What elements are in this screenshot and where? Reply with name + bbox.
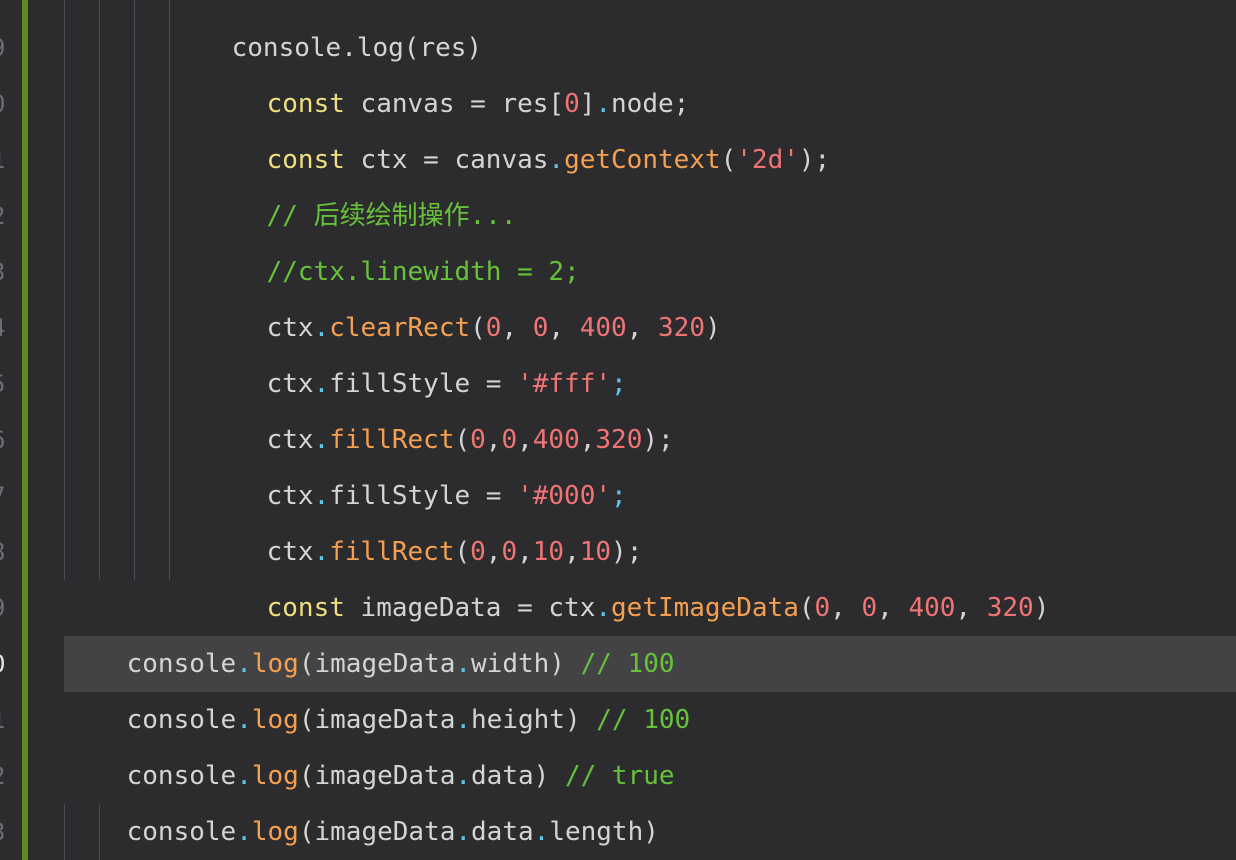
line-number-gutter: 9 0 1 2 3 4 5 6 7 8 9 0 1 2 3	[0, 0, 22, 860]
line-number: 1	[0, 692, 21, 748]
line-number: 3	[0, 244, 21, 300]
indent-guide	[134, 0, 135, 580]
code-line-log-width[interactable]: console.log(imageData.width) // 100	[64, 580, 675, 679]
line-number: 5	[0, 356, 21, 412]
line-number: 0	[0, 76, 21, 132]
code-line-fill-rect-full[interactable]: ctx.fillRect(0,0,400,320);	[204, 356, 674, 455]
line-number: 9	[0, 580, 21, 636]
code-line-log-data[interactable]: console.log(imageData.data) // true	[64, 692, 675, 791]
line-number: 1	[0, 132, 21, 188]
code-editor[interactable]: 9 0 1 2 3 4 5 6 7 8 9 0 1 2 3 console.lo…	[0, 0, 1236, 860]
line-number: 9	[0, 20, 21, 76]
code-line-comment-cn[interactable]: // 后续绘制操作...	[204, 132, 517, 231]
line-number: 4	[0, 300, 21, 356]
code-line-fill-rect-small[interactable]: ctx.fillRect(0,0,10,10);	[204, 468, 643, 567]
line-number: 3	[0, 804, 21, 860]
code-line-canvas-decl[interactable]: const canvas = res[0].node;	[204, 20, 690, 119]
line-number: 2	[0, 188, 21, 244]
line-number: 6	[0, 412, 21, 468]
git-change-bar	[22, 0, 28, 860]
line-number: 7	[0, 468, 21, 524]
code-line-comment-linewidth[interactable]: //ctx.linewidth = 2;	[204, 188, 580, 287]
code-line-partial[interactable]: console.log(res)	[169, 0, 482, 63]
code-line-log-height[interactable]: console.log(imageData.height) // 100	[64, 636, 691, 735]
indent-guide	[64, 0, 65, 580]
code-line-image-data-decl[interactable]: const imageData = ctx.getImageData(0, 0,…	[204, 524, 1050, 623]
code-line-clear-rect[interactable]: ctx.clearRect(0, 0, 400, 320)	[204, 244, 721, 343]
code-line-fill-style-white[interactable]: ctx.fillStyle = '#fff';	[204, 300, 627, 399]
line-number: 8	[0, 524, 21, 580]
line-number: 2	[0, 748, 21, 804]
code-line-log-length[interactable]: console.log(imageData.data.length)	[64, 748, 659, 847]
code-line-ctx-decl[interactable]: const ctx = canvas.getContext('2d');	[204, 76, 831, 175]
code-line-closing[interactable]: });	[134, 804, 244, 860]
code-line-fill-style-black[interactable]: ctx.fillStyle = '#000';	[204, 412, 627, 511]
line-number-active: 0	[0, 636, 21, 692]
indent-guide	[99, 0, 100, 580]
